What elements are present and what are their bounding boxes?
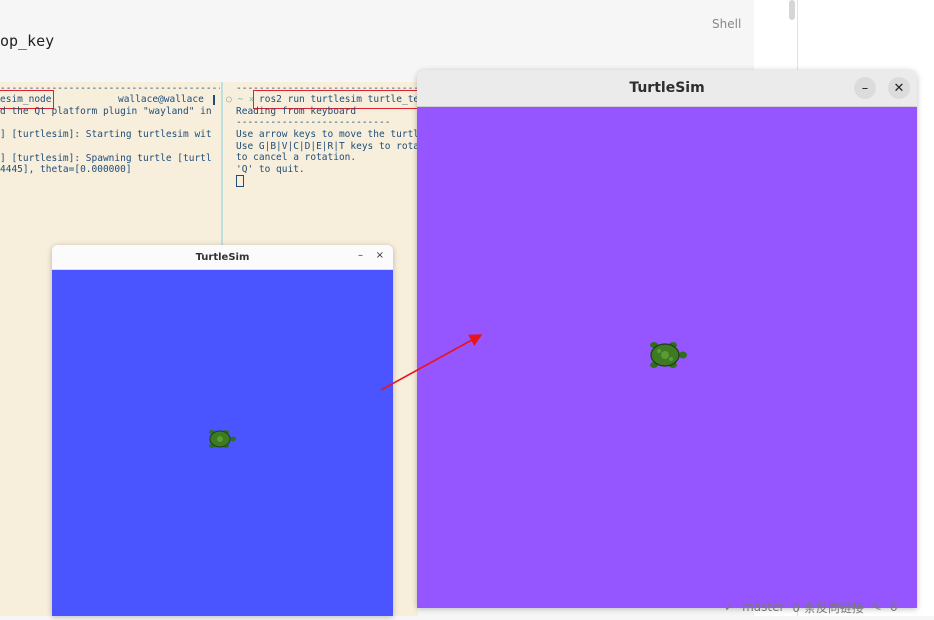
terminal-cursor	[236, 175, 244, 187]
check-icon: ✓	[724, 600, 735, 614]
window-titlebar[interactable]: TurtleSim – ×	[52, 245, 393, 270]
document-heading-fragment: op_key	[0, 32, 55, 50]
terminal-line: 'Q' to quit.	[236, 164, 305, 175]
backlinks-count[interactable]: 0 条反向链接	[792, 599, 863, 616]
turtlesim-canvas	[52, 270, 393, 616]
status-bar: ✓ master 0 条反向链接 ✎ 6	[724, 598, 934, 616]
window-titlebar[interactable]: TurtleSim – ✕	[417, 70, 917, 107]
terminal-prompt: ○ ~ »	[226, 94, 255, 105]
minimize-button[interactable]: –	[854, 77, 876, 99]
terminal-user-host: wallace@wallace	[118, 94, 204, 105]
pencil-icon[interactable]: ✎	[872, 600, 882, 614]
scrollbar-thumb[interactable]	[789, 0, 795, 20]
terminal-line: Use arrow keys to move the turtl	[236, 129, 418, 140]
close-button[interactable]: ×	[376, 250, 384, 261]
code-language-label: Shell	[712, 17, 742, 31]
terminal-line: Use G|B|V|C|D|E|R|T keys to rota	[236, 141, 418, 152]
git-branch[interactable]: master	[742, 600, 784, 614]
turtle-icon	[650, 342, 687, 368]
terminal-line: d the Qt platform plugin "wayland" in	[0, 106, 212, 117]
word-count: 6	[889, 600, 898, 614]
terminal-line: ---------------------------	[236, 117, 391, 128]
terminal-line: ] [turtlesim]: Starting turtlesim wit	[0, 129, 212, 140]
terminal-line: to cancel a rotation.	[236, 152, 357, 163]
window-title: TurtleSim	[195, 251, 250, 263]
turtle-icon	[209, 430, 236, 448]
turtlesim-canvas	[417, 107, 917, 608]
terminal-line: ] [turtlesim]: Spawning turtle [turtl	[0, 153, 212, 164]
minimize-button[interactable]: –	[358, 250, 363, 261]
close-button[interactable]: ✕	[888, 77, 910, 99]
turtlesim-window-large: TurtleSim – ✕	[417, 70, 917, 608]
terminal-line: 4445], theta=[0.000000]	[0, 164, 132, 175]
turtlesim-window-small: TurtleSim – ×	[52, 245, 393, 616]
terminal-marker	[213, 95, 215, 105]
terminal-line: Reading from keyboard	[236, 106, 357, 117]
window-title: TurtleSim	[629, 80, 705, 96]
